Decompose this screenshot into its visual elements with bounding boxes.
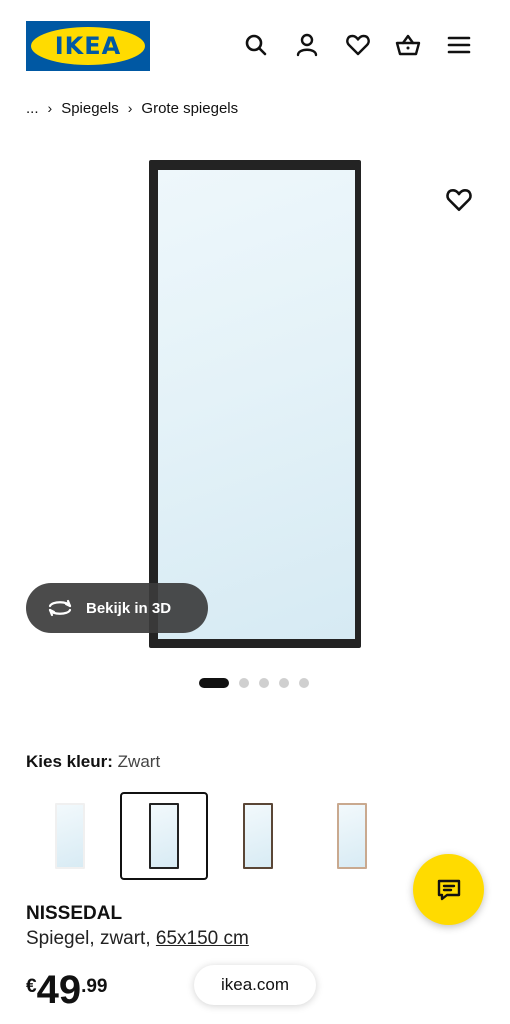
browser-url-bar[interactable]: ikea.com: [194, 965, 316, 1005]
product-description: Spiegel, zwart, 65x150 cm: [26, 928, 249, 950]
chevron-right-icon: ›: [47, 100, 53, 116]
carousel-dot-active[interactable]: [199, 678, 229, 688]
logo-text: IKEA: [54, 32, 122, 60]
chat-button[interactable]: [413, 854, 484, 925]
breadcrumb-item-spiegels[interactable]: Spiegels: [61, 100, 119, 117]
color-swatch-white[interactable]: [26, 792, 114, 880]
mirror-glass: [158, 170, 355, 639]
color-label: Kies kleur:: [26, 752, 113, 771]
product-image-mirror: [149, 160, 361, 648]
logo-oval: IKEA: [31, 27, 145, 65]
product-name: NISSEDAL: [26, 903, 123, 924]
browser-url-text: ikea.com: [220, 975, 290, 994]
carousel-dot[interactable]: [299, 678, 309, 688]
price-decimals: .99: [81, 976, 108, 997]
product-gallery[interactable]: [0, 140, 510, 660]
heart-icon[interactable]: [345, 32, 371, 58]
chevron-right-icon: ›: [127, 100, 133, 116]
header: IKEA: [0, 0, 510, 90]
ikea-logo[interactable]: IKEA: [26, 21, 150, 71]
search-icon[interactable]: [243, 32, 269, 58]
price-currency: €: [26, 976, 37, 997]
color-swatch-brown[interactable]: [214, 792, 302, 880]
color-value: Zwart: [117, 752, 161, 771]
swatch-mirror-thumbnail: [55, 803, 85, 869]
view-in-3d-button[interactable]: Bekijk in 3D: [26, 583, 208, 633]
breadcrumb-item-grote-spiegels[interactable]: Grote spiegels: [141, 100, 238, 117]
menu-icon[interactable]: [446, 32, 472, 58]
product-dimensions-link[interactable]: 65x150 cm: [156, 928, 249, 949]
product-type: Spiegel, zwart,: [26, 928, 151, 949]
breadcrumb-ellipsis[interactable]: ...: [26, 100, 39, 117]
color-selector-heading: Kies kleur: Zwart: [26, 752, 160, 772]
chat-icon: [437, 879, 460, 900]
color-swatch-black-selected[interactable]: [120, 792, 208, 880]
breadcrumb: ... › Spiegels › Grote spiegels: [26, 97, 238, 119]
price-integer: 49: [36, 968, 82, 1012]
carousel-dot[interactable]: [259, 678, 269, 688]
swatch-mirror-thumbnail: [149, 803, 179, 869]
rotate-3d-icon: [48, 599, 72, 617]
user-icon[interactable]: [294, 32, 320, 58]
swatch-mirror-thumbnail: [337, 803, 367, 869]
carousel-pagination: [199, 678, 319, 688]
carousel-dot[interactable]: [239, 678, 249, 688]
carousel-dot[interactable]: [279, 678, 289, 688]
basket-icon[interactable]: [395, 32, 421, 58]
add-to-favorites-heart-icon[interactable]: [445, 186, 473, 214]
swatch-mirror-thumbnail: [243, 803, 273, 869]
color-swatch-light-brown[interactable]: [308, 792, 396, 880]
view-in-3d-label: Bekijk in 3D: [86, 599, 172, 617]
product-price: €49.99: [26, 968, 108, 1013]
